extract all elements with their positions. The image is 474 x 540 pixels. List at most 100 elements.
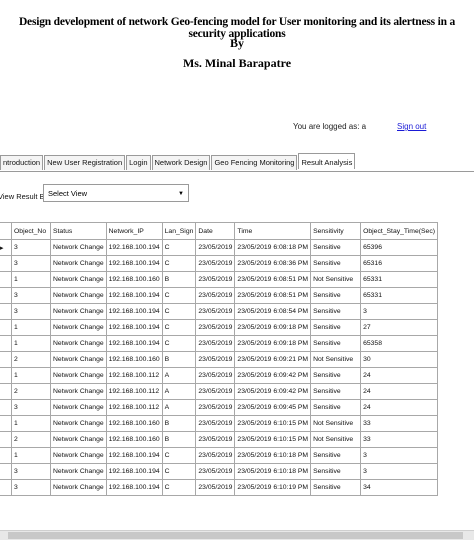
- cell-sensitivity: Sensitive: [310, 383, 362, 400]
- row-selector[interactable]: [0, 383, 12, 400]
- table-row[interactable]: 3 Network Change 192.168.100.194 C 23/05/201…: [0, 479, 438, 496]
- cell-time: 23/05/2019 6:08:51 PM: [234, 271, 312, 288]
- cell-object-no: 3: [11, 239, 51, 256]
- cell-object-no: 3: [11, 255, 51, 272]
- cell-network-ip: 192.168.100.160: [105, 271, 163, 288]
- byline: By: [229, 36, 244, 50]
- cell-lan-sign: B: [161, 431, 197, 448]
- tab-geo-fencing-monitoring[interactable]: Geo Fencing Monitoring: [211, 155, 298, 170]
- cell-sensitivity: Sensitive: [310, 335, 362, 352]
- cell-stay-time: 3: [360, 447, 438, 464]
- col-header-object-stay-time[interactable]: Object_Stay_Time(Sec): [360, 222, 438, 240]
- cell-date: 23/05/2019: [195, 399, 236, 416]
- cell-stay-time: 24: [360, 399, 438, 416]
- cell-object-no: 1: [11, 335, 51, 352]
- table-row[interactable]: 1 Network Change 192.168.100.112 A 23/05/201…: [0, 367, 438, 384]
- table-row[interactable]: 1 Network Change 192.168.100.194 C 23/05/201…: [0, 447, 438, 464]
- table-row[interactable]: 3 Network Change 192.168.100.194 C 23/05/201…: [0, 255, 438, 272]
- table-row[interactable]: 3 Network Change 192.168.100.112 A 23/05/201…: [0, 399, 438, 416]
- table-header-row: Object_No Status Network_IP Lan_Sign Dat…: [0, 222, 438, 240]
- cell-lan-sign: C: [161, 447, 197, 464]
- cell-status: Network Change: [50, 415, 107, 432]
- cell-stay-time: 65331: [360, 271, 438, 288]
- col-header-status[interactable]: Status: [50, 222, 107, 240]
- col-header-lan-sign[interactable]: Lan_Sign: [161, 222, 197, 240]
- tab-login[interactable]: Login: [126, 155, 151, 170]
- row-selector[interactable]: [0, 335, 12, 352]
- table-row[interactable]: 2 Network Change 192.168.100.160 B 23/05/201…: [0, 431, 438, 448]
- row-selector[interactable]: ▸: [0, 239, 12, 256]
- cell-sensitivity: Sensitive: [310, 367, 362, 384]
- scrollbar-thumb[interactable]: [8, 532, 463, 539]
- tab-new-user-registration[interactable]: New User Registration: [44, 155, 126, 170]
- cell-object-no: 1: [11, 271, 51, 288]
- row-selector[interactable]: [0, 463, 12, 480]
- table-row[interactable]: 3 Network Change 192.168.100.194 C 23/05/201…: [0, 287, 438, 304]
- col-header-date[interactable]: Date: [195, 222, 236, 240]
- tab-bar: ntroduction New User Registration Login …: [0, 153, 356, 171]
- col-header-sensitivity[interactable]: Sensitivity: [310, 222, 362, 240]
- cell-stay-time: 27: [360, 319, 438, 336]
- table-row[interactable]: ▸ 3 Network Change 192.168.100.194 C 23/05/20…: [0, 239, 438, 256]
- cell-time: 23/05/2019 6:09:18 PM: [234, 319, 312, 336]
- tab-result-analysis[interactable]: Result Analysis: [298, 153, 356, 169]
- col-header-time[interactable]: Time: [234, 222, 312, 240]
- cell-status: Network Change: [50, 367, 107, 384]
- row-selector[interactable]: [0, 319, 12, 336]
- cell-sensitivity: Sensitive: [310, 303, 362, 320]
- row-selector[interactable]: [0, 367, 12, 384]
- table-row[interactable]: 3 Network Change 192.168.100.194 C 23/05/201…: [0, 463, 438, 480]
- cell-time: 23/05/2019 6:09:45 PM: [234, 399, 312, 416]
- cell-object-no: 1: [11, 367, 51, 384]
- cell-sensitivity: Not Sensitive: [310, 271, 362, 288]
- row-selector[interactable]: [0, 287, 12, 304]
- cell-date: 23/05/2019: [195, 319, 236, 336]
- row-selector[interactable]: [0, 303, 12, 320]
- cell-status: Network Change: [50, 399, 107, 416]
- cell-date: 23/05/2019: [195, 367, 236, 384]
- cell-network-ip: 192.168.100.194: [105, 239, 163, 256]
- cell-stay-time: 34: [360, 479, 438, 496]
- row-selector[interactable]: [0, 431, 12, 448]
- table-row[interactable]: 1 Network Change 192.168.100.194 C 23/05/201…: [0, 335, 438, 352]
- cell-network-ip: 192.168.100.160: [105, 415, 163, 432]
- cell-status: Network Change: [50, 383, 107, 400]
- cell-time: 23/05/2019 6:10:18 PM: [234, 463, 312, 480]
- table-row[interactable]: 1 Network Change 192.168.100.160 B 23/05/201…: [0, 271, 438, 288]
- row-selector[interactable]: [0, 255, 12, 272]
- tab-introduction[interactable]: ntroduction: [0, 155, 44, 170]
- sign-out-link[interactable]: Sign out: [397, 122, 426, 131]
- cell-status: Network Change: [50, 303, 107, 320]
- chevron-down-icon: ▼: [178, 191, 184, 197]
- view-select[interactable]: Select View ▼: [43, 184, 189, 202]
- cell-stay-time: 3: [360, 463, 438, 480]
- row-selector[interactable]: [0, 399, 12, 416]
- table-row[interactable]: 1 Network Change 192.168.100.194 C 23/05/201…: [0, 319, 438, 336]
- row-selector[interactable]: [0, 351, 12, 368]
- cell-lan-sign: C: [161, 463, 197, 480]
- cell-sensitivity: Sensitive: [310, 479, 362, 496]
- row-selector[interactable]: [0, 415, 12, 432]
- table-row[interactable]: 1 Network Change 192.168.100.160 B 23/05/201…: [0, 415, 438, 432]
- cell-sensitivity: Sensitive: [310, 287, 362, 304]
- cell-stay-time: 65358: [360, 335, 438, 352]
- cell-time: 23/05/2019 6:10:19 PM: [234, 479, 312, 496]
- table-row[interactable]: 3 Network Change 192.168.100.194 C 23/05/201…: [0, 303, 438, 320]
- col-header-network-ip[interactable]: Network_IP: [105, 222, 163, 240]
- cell-object-no: 1: [11, 447, 51, 464]
- cell-network-ip: 192.168.100.194: [105, 255, 163, 272]
- table-row[interactable]: 2 Network Change 192.168.100.112 A 23/05/201…: [0, 383, 438, 400]
- cell-lan-sign: C: [161, 287, 197, 304]
- tab-network-design[interactable]: Network Design: [151, 155, 211, 170]
- cell-stay-time: 65331: [360, 287, 438, 304]
- cell-lan-sign: B: [161, 351, 197, 368]
- cell-sensitivity: Sensitive: [310, 399, 362, 416]
- row-selector[interactable]: [0, 447, 12, 464]
- row-selector[interactable]: [0, 271, 12, 288]
- cell-status: Network Change: [50, 431, 107, 448]
- table-row[interactable]: 2 Network Change 192.168.100.160 B 23/05/201…: [0, 351, 438, 368]
- cell-network-ip: 192.168.100.194: [105, 463, 163, 480]
- row-selector[interactable]: [0, 479, 12, 496]
- cell-lan-sign: B: [161, 415, 197, 432]
- col-header-object-no[interactable]: Object_No: [11, 222, 51, 240]
